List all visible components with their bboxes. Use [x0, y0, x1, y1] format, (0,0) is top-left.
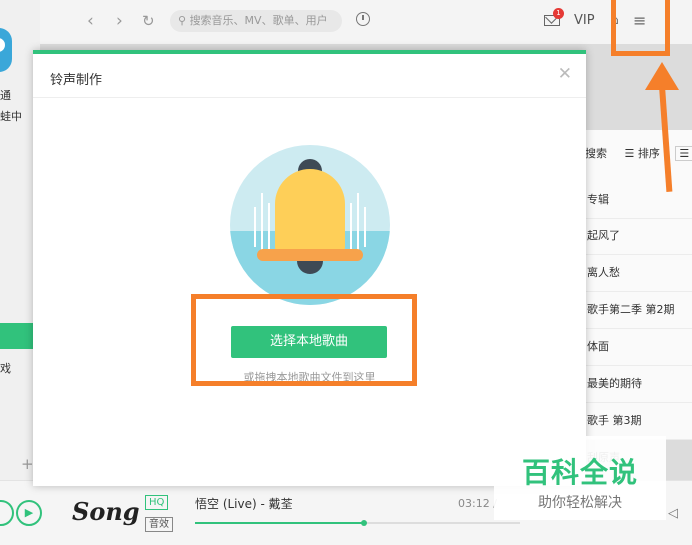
mail-badge: 1	[553, 8, 564, 19]
top-toolbar: ‹ › ↻ ⚲ 搜索音乐、MV、歌单、用户 1 VIP ⌂ ≡	[40, 0, 692, 44]
sort-button[interactable]: 排序	[638, 147, 660, 160]
ringtone-maker-dialog: 铃声制作 ✕ 选择本地歌曲 或拖拽本地歌曲文件到这里	[33, 50, 586, 486]
list-item[interactable]: 歌手第二季 第2期	[585, 292, 692, 329]
list-item[interactable]: 最美的期待	[585, 366, 692, 403]
listen-recognize-icon[interactable]	[356, 12, 370, 26]
dialog-title: 铃声制作	[50, 73, 103, 88]
add-playlist-icon[interactable]: +	[21, 455, 34, 473]
bell-rim	[257, 249, 363, 261]
album-art[interactable]: Song	[72, 489, 140, 539]
song-title[interactable]: 悟空 (Live) - 戴荃	[195, 495, 293, 512]
list-header-album: 专辑	[585, 182, 692, 219]
dialog-header: 铃声制作 ✕	[33, 54, 586, 98]
sound-wave-bar	[364, 207, 366, 247]
next-button[interactable]: ▶	[16, 500, 42, 526]
list-toolbar: 搜索 ☰ 排序 ☰	[585, 145, 692, 161]
refresh-icon[interactable]: ↻	[142, 12, 155, 30]
search-icon: ⚲	[178, 14, 187, 27]
bell-illustration	[230, 145, 390, 305]
progress-bar[interactable]	[195, 520, 520, 526]
watermark-title: 百科全说	[521, 456, 638, 489]
song-time: 03:12 /	[458, 497, 497, 510]
volume-icon[interactable]: ◁	[668, 506, 678, 521]
vip-button[interactable]: VIP	[574, 13, 595, 28]
highlight-menu-box	[611, 0, 670, 56]
search-placeholder: 搜索音乐、MV、歌单、用户	[189, 14, 328, 27]
forward-icon[interactable]: ›	[116, 11, 123, 31]
sidebar-item-active[interactable]	[0, 323, 36, 349]
progress-fill	[195, 522, 364, 524]
sort-icon: ☰	[624, 147, 635, 160]
sidebar-label-game: 戏	[0, 362, 11, 375]
search-input[interactable]: ⚲ 搜索音乐、MV、歌单、用户	[170, 10, 342, 32]
highlight-choose-button-box	[191, 294, 417, 386]
list-item[interactable]: 歌手 第3期	[585, 403, 692, 440]
sidebar-label-status: 蛙中	[0, 110, 22, 123]
sidebar-label-vip: 通	[0, 89, 11, 102]
watermark-logo: 百科全说 助你轻松解决	[494, 436, 666, 520]
avatar[interactable]	[0, 28, 12, 72]
previous-button[interactable]	[0, 500, 14, 526]
bell-icon	[275, 169, 345, 253]
list-item[interactable]: 离人愁	[585, 255, 692, 292]
sound-wave-bar	[268, 203, 270, 251]
list-view-icon[interactable]: ☰	[675, 146, 692, 161]
sound-wave-bar	[350, 203, 352, 251]
song-list-panel: 搜索 ☰ 排序 ☰ 专辑 起风了 离人愁 歌手第二季 第2期 体面 最美的期待 …	[585, 130, 692, 464]
list-item[interactable]: 起风了	[585, 218, 692, 255]
watermark-subtitle: 助你轻松解决	[538, 495, 622, 511]
back-icon[interactable]: ‹	[87, 11, 94, 31]
list-search-button[interactable]: 搜索	[585, 147, 607, 160]
quality-badge[interactable]: HQ	[145, 495, 169, 510]
sound-wave-bar	[254, 207, 256, 247]
close-icon[interactable]: ✕	[558, 64, 572, 84]
list-item[interactable]: 体面	[585, 329, 692, 366]
sound-effect-button[interactable]: 音效	[145, 517, 173, 532]
progress-handle[interactable]	[361, 520, 367, 526]
